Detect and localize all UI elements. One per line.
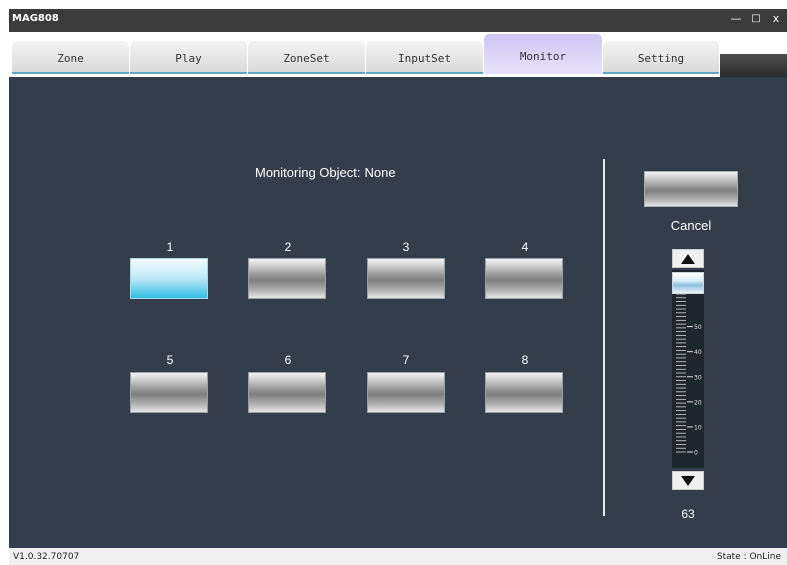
- app-title: MAG808: [12, 13, 59, 24]
- channel-4-button[interactable]: [485, 258, 563, 299]
- status-bar: V1.0.32.70707 State : OnLine: [9, 548, 787, 565]
- tab-zone[interactable]: Zone: [12, 41, 129, 74]
- channel-5-button[interactable]: [130, 372, 208, 413]
- version-text: V1.0.32.70707: [13, 552, 80, 562]
- channel-7-label: 7: [402, 353, 410, 367]
- channel-6-button[interactable]: [248, 372, 326, 413]
- close-icon[interactable]: x: [769, 10, 783, 28]
- volume-scale-label: 50: [694, 324, 702, 331]
- tab-bar: Zone Play ZoneSet InputSet Monitor Setti…: [9, 32, 787, 77]
- monitoring-object-value: None: [364, 165, 396, 180]
- volume-scale-label: 10: [694, 424, 702, 431]
- monitor-panel: Monitoring Object: None 1 2 3 4 5 6 7 8 C…: [9, 77, 787, 548]
- volume-slider[interactable]: 50 40 30 20 10 0: [672, 270, 704, 468]
- channel-2-label: 2: [284, 240, 292, 254]
- panel-divider: [603, 159, 605, 516]
- volume-slider-thumb[interactable]: [672, 272, 704, 294]
- minimize-icon[interactable]: —: [728, 10, 744, 28]
- monitoring-object: Monitoring Object: None: [255, 165, 396, 180]
- triangle-down-icon: [681, 475, 695, 486]
- channel-6-label: 6: [284, 353, 292, 367]
- tab-zoneset[interactable]: ZoneSet: [248, 41, 365, 74]
- channel-1-button[interactable]: [130, 258, 208, 299]
- app-window: MAG808 — □ x Zone Play ZoneSet InputSet …: [0, 0, 787, 565]
- title-bar[interactable]: MAG808 — □ x: [9, 9, 787, 32]
- volume-scale-label: 40: [694, 349, 702, 356]
- volume-down-button[interactable]: [672, 471, 704, 490]
- tab-setting[interactable]: Setting: [603, 41, 719, 74]
- tab-play[interactable]: Play: [130, 41, 247, 74]
- tab-monitor[interactable]: Monitor: [484, 34, 602, 74]
- volume-scale: 50 40 30 20 10 0: [676, 293, 702, 457]
- volume-up-button[interactable]: [672, 249, 704, 268]
- tab-bar-filler: [720, 54, 787, 77]
- volume-value: 63: [681, 507, 695, 521]
- channel-3-label: 3: [402, 240, 410, 254]
- channel-8-label: 8: [521, 353, 529, 367]
- triangle-up-icon: [681, 253, 695, 264]
- cancel-button[interactable]: [644, 171, 738, 207]
- channel-7-button[interactable]: [367, 372, 445, 413]
- monitoring-object-label: Monitoring Object:: [255, 165, 361, 180]
- channel-2-button[interactable]: [248, 258, 326, 299]
- channel-1-label: 1: [166, 240, 174, 254]
- volume-scale-label: 20: [694, 399, 702, 406]
- volume-scale-label: 0: [694, 450, 698, 457]
- tab-inputset[interactable]: InputSet: [366, 41, 483, 74]
- connection-state: State : OnLine: [716, 552, 781, 562]
- channel-3-button[interactable]: [367, 258, 445, 299]
- channel-5-label: 5: [166, 353, 174, 367]
- volume-scale-label: 30: [694, 374, 702, 381]
- channel-8-button[interactable]: [485, 372, 563, 413]
- maximize-icon[interactable]: □: [749, 10, 763, 28]
- channel-4-label: 4: [521, 240, 529, 254]
- cancel-label: Cancel: [670, 218, 712, 233]
